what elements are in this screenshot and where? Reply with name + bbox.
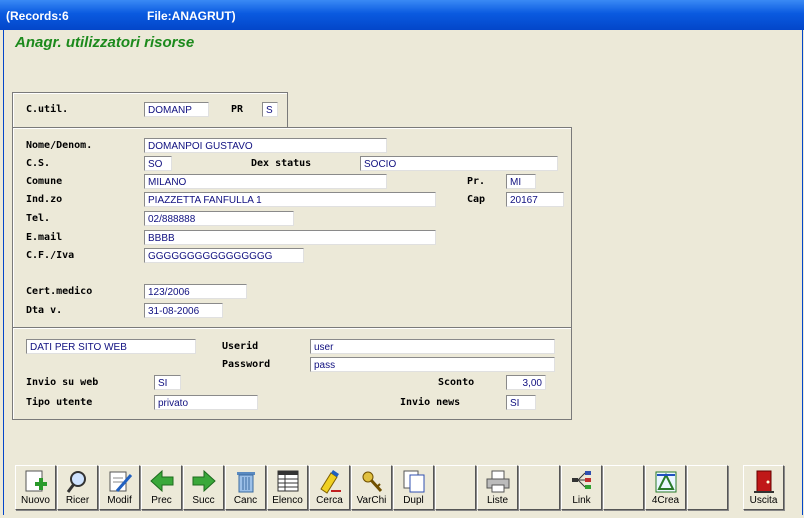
news-field[interactable]: SI [506, 395, 536, 410]
cerca-button[interactable]: Cerca [309, 465, 350, 510]
cs-label: C.S. [26, 158, 51, 169]
liste-button[interactable]: Liste [477, 465, 518, 510]
userid-label: Userid [222, 341, 259, 352]
duplicate-icon [403, 470, 425, 493]
arrow-right-icon [192, 469, 216, 493]
prec-button[interactable]: Prec [141, 465, 182, 510]
cert-label: Cert.medico [26, 286, 93, 297]
cutil-field[interactable]: DOMANP [144, 102, 209, 117]
page-title: Anagr. utilizzatori risorse [15, 34, 195, 51]
canc-label: Canc [233, 495, 258, 506]
arrow-left-icon [150, 469, 174, 493]
toolbar-empty-1[interactable] [435, 465, 476, 510]
comune-label: Comune [26, 176, 63, 187]
edit-document-icon [109, 471, 133, 492]
ricer-label: Ricer [65, 495, 90, 506]
elenco-label: Elenco [272, 495, 303, 506]
succ-label: Succ [192, 495, 215, 506]
password-field[interactable]: pass [310, 357, 555, 372]
dexstatus-field[interactable]: SOCIO [360, 156, 558, 171]
nuovo-button[interactable]: Nuovo [15, 465, 56, 510]
prov-label: Pr. [467, 176, 486, 187]
varchi-label: VarChi [356, 495, 387, 506]
invio-web-field[interactable]: SI [154, 375, 181, 390]
sconto-field[interactable]: 3,00 [506, 375, 546, 390]
tipo-field[interactable]: privato [154, 395, 258, 410]
modif-label: Modif [107, 495, 132, 506]
succ-button[interactable]: Succ [183, 465, 224, 510]
cap-field[interactable]: 20167 [506, 192, 564, 207]
cutil-label: C.util. [26, 104, 69, 115]
modif-button[interactable]: Modif [99, 465, 140, 510]
cap-label: Cap [467, 194, 486, 205]
keys-icon [362, 471, 383, 493]
nome-label: Nome/Denom. [26, 140, 93, 151]
cerca-label: Cerca [316, 495, 343, 506]
uscita-button[interactable]: Uscita [743, 465, 784, 510]
indzo-label: Ind.zo [26, 194, 63, 205]
window-titlebar[interactable]: (Records:6 File:ANAGRUT) [0, 0, 804, 30]
dupl-label: Dupl [403, 495, 424, 506]
elenco-button[interactable]: Elenco [267, 465, 308, 510]
toolbar: Nuovo Ricer Modif Prec Succ Canc Elenco … [12, 465, 792, 512]
email-label: E.mail [26, 232, 63, 243]
password-label: Password [222, 359, 271, 370]
prov-field[interactable]: MI [506, 174, 536, 189]
link-tree-icon [572, 471, 591, 489]
indzo-field[interactable]: PIAZZETTA FANFULLA 1 [144, 192, 436, 207]
pr-field[interactable]: S [262, 102, 278, 117]
comune-field[interactable]: MILANO [144, 174, 387, 189]
link-button[interactable]: Link [561, 465, 602, 510]
link-label: Link [572, 495, 591, 506]
exit-door-icon [754, 470, 774, 493]
dta-label: Dta v. [26, 305, 63, 316]
ricer-button[interactable]: Ricer [57, 465, 98, 510]
tipo-label: Tipo utente [26, 397, 93, 408]
dupl-button[interactable]: Dupl [393, 465, 434, 510]
toolbar-empty-3[interactable] [603, 465, 644, 510]
printer-icon [486, 470, 510, 493]
sconto-label: Sconto [438, 377, 475, 388]
trash-icon [237, 472, 255, 493]
tel-label: Tel. [26, 213, 51, 224]
news-label: Invio news [400, 397, 461, 408]
records-count: (Records:6 [6, 9, 69, 23]
cert-field[interactable]: 123/2006 [144, 284, 247, 299]
uscita-label: Uscita [749, 495, 778, 506]
nuovo-label: Nuovo [21, 495, 50, 506]
crea4-label: 4Crea [651, 495, 680, 506]
prec-label: Prec [151, 495, 172, 506]
pr-label: PR [231, 104, 244, 115]
email-field[interactable]: BBBB [144, 230, 436, 245]
web-section-field[interactable]: DATI PER SITO WEB [26, 339, 196, 354]
file-name: File:ANAGRUT) [147, 9, 236, 23]
canc-button[interactable]: Canc [225, 465, 266, 510]
varchi-button[interactable]: VarChi [351, 465, 392, 510]
dexstatus-label: Dex status [251, 158, 312, 169]
invio-web-label: Invio su web [26, 377, 99, 388]
tel-field[interactable]: 02/888888 [144, 211, 294, 226]
cs-field[interactable]: SO [144, 156, 172, 171]
crea-icon [655, 471, 677, 493]
toolbar-empty-4[interactable] [687, 465, 728, 510]
crea4-button[interactable]: 4Crea [645, 465, 686, 510]
new-document-icon [25, 470, 47, 492]
list-icon [277, 470, 299, 492]
magnifier-icon [66, 471, 86, 493]
dta-field[interactable]: 31-08-2006 [144, 303, 223, 318]
cfiva-field[interactable]: GGGGGGGGGGGGGGGG [144, 248, 304, 263]
toolbar-empty-2[interactable] [519, 465, 560, 510]
liste-label: Liste [486, 495, 509, 506]
userid-field[interactable]: user [310, 339, 555, 354]
nome-field[interactable]: DOMANPOI GUSTAVO [144, 138, 387, 153]
highlighter-icon [320, 470, 341, 494]
cfiva-label: C.F./Iva [26, 250, 75, 261]
